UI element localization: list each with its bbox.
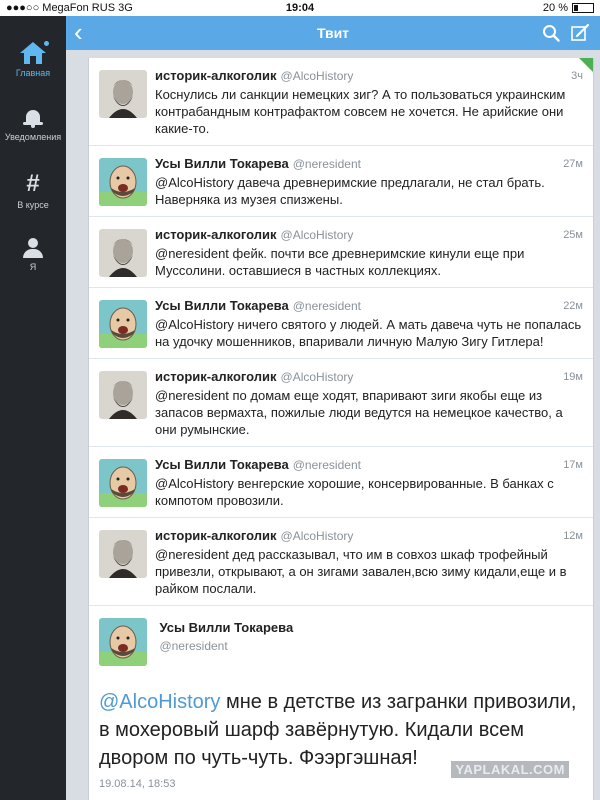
sidebar: Главная Уведомления # В курсе Я (0, 16, 66, 800)
author-handle[interactable]: @neresident (293, 299, 361, 313)
avatar-historian[interactable] (99, 229, 147, 277)
tweet-time: 17м (563, 459, 583, 471)
tweet-header: историк-алкоголик @AlcoHistory (155, 227, 583, 243)
tweet-header: историк-алкоголик @AlcoHistory (155, 68, 583, 84)
watermark: YAPLAKAL.COM (451, 761, 569, 778)
sidebar-item-label: Уведомления (4, 132, 62, 142)
conversation-card: историк-алкоголик @AlcoHistory 3ч Коснулись… (88, 58, 594, 800)
tweet-time: 25м (563, 229, 583, 241)
author-name[interactable]: историк-алкоголик (155, 528, 277, 543)
battery-percent: 20 % (542, 2, 568, 14)
tweet-row[interactable]: Усы Вилли Токарева @neresident 27м @AlcoHis… (89, 146, 593, 217)
tweet-header: Усы Вилли Токарева @neresident (155, 156, 583, 172)
avatar-cartoon[interactable] (99, 459, 147, 507)
tweet-row[interactable]: историк-алкоголик @AlcoHistory 19м @neresid… (89, 359, 593, 447)
tweet-text: @neresident дед рассказывал, что им в со… (155, 547, 567, 596)
avatar-cartoon[interactable] (99, 300, 147, 348)
author-name[interactable]: историк-алкоголик (155, 227, 277, 242)
avatar-historian[interactable] (99, 371, 147, 419)
author-handle[interactable]: @AlcoHistory (281, 69, 354, 83)
sidebar-item-label: В курсе (17, 200, 49, 210)
avatar-cartoon[interactable] (99, 158, 147, 206)
home-icon (20, 40, 50, 64)
author-handle[interactable]: @neresident (293, 458, 361, 472)
tweet-header: Усы Вилли Токарева @neresident (155, 298, 583, 314)
tweet-text: @neresident по домам еще ходят, впариваю… (155, 388, 563, 437)
author-handle[interactable]: @neresident (293, 157, 361, 171)
compose-icon[interactable] (570, 23, 590, 43)
bell-icon (23, 108, 43, 128)
tweet-timestamp: 19.08.14, 18:53 (99, 778, 176, 790)
tweet-text: @AlcoHistory ничего святого у людей. А м… (155, 317, 582, 349)
tweet-row[interactable]: историк-алкоголик @AlcoHistory 25м @neresid… (89, 217, 593, 288)
top-bar: ‹ Твит (66, 16, 600, 50)
tweet-time: 22м (563, 300, 583, 312)
tweet-text: @AlcoHistory венгерские хорошие, консерв… (155, 476, 554, 508)
battery-indicator: 20 % (543, 2, 594, 14)
tweet-time: 12м (563, 530, 583, 542)
sidebar-item-me[interactable]: Я (0, 238, 66, 272)
tweet-header: Усы Вилли Токарева @neresident (155, 457, 583, 473)
battery-icon (572, 3, 594, 13)
author-name[interactable]: Усы Вилли Токарева (155, 156, 289, 171)
author-handle[interactable]: @AlcoHistory (281, 228, 354, 242)
sidebar-item-label: Я (29, 262, 37, 272)
tweet-text: @neresident фейк. почти все древнеримски… (155, 246, 525, 278)
conversation-list: историк-алкоголик @AlcoHistory 3ч Коснулись… (89, 58, 593, 606)
author-name[interactable]: историк-алкоголик (155, 369, 277, 384)
tweet-row[interactable]: Усы Вилли Токарева @neresident 22м @AlcoHis… (89, 288, 593, 359)
mention-link[interactable]: @AlcoHistory (99, 691, 220, 713)
sidebar-item-label: Главная (15, 68, 51, 78)
tweet-row[interactable]: историк-алкоголик @AlcoHistory 3ч Коснулись… (89, 58, 593, 146)
tweet-row[interactable]: историк-алкоголик @AlcoHistory 12м @neresid… (89, 518, 593, 606)
avatar-historian[interactable] (99, 530, 147, 578)
sidebar-item-discover[interactable]: # В курсе (0, 170, 66, 211)
page-title: Твит (316, 25, 350, 41)
person-icon (22, 238, 44, 258)
tweet-text: @AlcoHistory давеча древнеримские предла… (155, 175, 545, 207)
avatar-historian[interactable] (99, 70, 147, 118)
author-handle[interactable]: @neresident (159, 639, 293, 653)
status-time: 19:04 (285, 2, 315, 14)
hashtag-icon: # (26, 170, 40, 197)
tweet-header: историк-алкоголик @AlcoHistory (155, 528, 583, 544)
author-handle[interactable]: @AlcoHistory (281, 529, 354, 543)
tweet-text: Коснулись ли санкции немецких зиг? А то … (155, 87, 566, 136)
tweet-time: 27м (563, 158, 583, 170)
author-name[interactable]: Усы Вилли Токарева (155, 457, 289, 472)
sidebar-item-home[interactable]: Главная (0, 40, 66, 78)
tweet-time: 3ч (571, 70, 583, 82)
focused-author: Усы Вилли Токарева @neresident (159, 620, 293, 653)
author-name[interactable]: Усы Вилли Токарева (155, 298, 289, 313)
status-bar: ●●●○○ MegaFon RUS 3G 19:04 20 % (0, 0, 600, 16)
author-name[interactable]: историк-алкоголик (155, 68, 277, 83)
tweet-header: историк-алкоголик @AlcoHistory (155, 369, 583, 385)
avatar-cartoon[interactable] (99, 618, 147, 666)
tweet-detail-view: историк-алкоголик @AlcoHistory 3ч Коснулись… (66, 50, 600, 800)
tweet-text: @AlcoHistory мне в детстве из загранки п… (99, 688, 583, 772)
tweet-row[interactable]: Усы Вилли Токарева @neresident 17м @AlcoHis… (89, 447, 593, 518)
author-name[interactable]: Усы Вилли Токарева (159, 620, 293, 635)
author-handle[interactable]: @AlcoHistory (281, 370, 354, 384)
sidebar-item-notifications[interactable]: Уведомления (0, 108, 66, 142)
tweet-time: 19м (563, 371, 583, 383)
search-icon[interactable] (542, 24, 560, 42)
